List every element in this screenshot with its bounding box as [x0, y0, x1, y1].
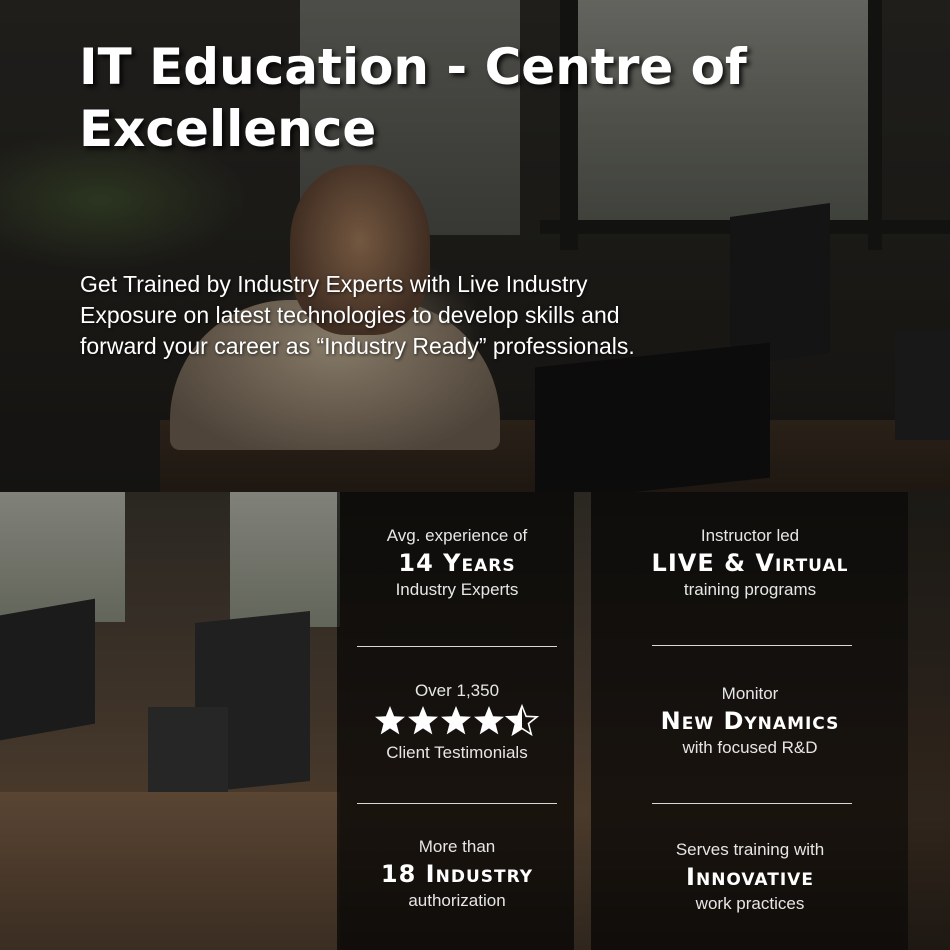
divider	[357, 803, 557, 804]
stat-caption: authorization	[408, 891, 506, 910]
stat-caption: Client Testimonials	[386, 743, 528, 762]
stat-caption: More than	[418, 837, 496, 856]
divider	[652, 803, 852, 804]
star-icon	[441, 706, 471, 735]
star-icon	[474, 706, 504, 735]
stat-caption: Avg. experience of	[386, 526, 528, 545]
stat-research: Monitor New Dynamics with focused R&D	[600, 683, 900, 759]
divider	[652, 645, 852, 646]
star-rating	[375, 705, 538, 736]
stat-caption: work practices	[695, 894, 805, 913]
stat-practices: Serves training with Innovative work pra…	[600, 839, 900, 915]
column-edge-shade	[908, 492, 950, 950]
background-window	[0, 492, 125, 622]
stat-caption: with focused R&D	[682, 738, 818, 757]
stat-authorization: More than 18 Industry authorization	[337, 836, 577, 912]
page: IT Education - Centre of Excellence Get …	[0, 0, 950, 950]
stat-caption: Serves training with	[675, 840, 825, 859]
stat-caption: Monitor	[721, 684, 779, 703]
stat-caption: Instructor led	[700, 526, 800, 545]
star-icon	[375, 706, 405, 735]
stat-caption: Industry Experts	[395, 580, 519, 599]
stat-highlight: Innovative	[686, 863, 814, 891]
half-star-icon	[506, 705, 538, 736]
stat-highlight: LIVE & Virtual	[651, 549, 849, 577]
stat-training-mode: Instructor led LIVE & Virtual training p…	[600, 525, 900, 601]
hero-banner: IT Education - Centre of Excellence Get …	[0, 0, 950, 492]
background-monitor	[0, 598, 95, 741]
star-icon	[408, 706, 438, 735]
stat-highlight: New Dynamics	[660, 707, 840, 735]
stat-highlight: 14 Years	[398, 549, 516, 577]
divider	[357, 646, 557, 647]
stat-experience: Avg. experience of 14 Years Industry Exp…	[337, 525, 577, 601]
stat-highlight: 18 Industry	[380, 860, 534, 888]
stat-testimonials: Over 1,350 Client Testimonials	[337, 680, 577, 764]
hero-title: IT Education - Centre of Excellence	[79, 38, 747, 158]
stat-caption: Over 1,350	[414, 681, 500, 700]
background-desk	[0, 792, 340, 950]
background-window	[230, 492, 340, 627]
stat-caption: training programs	[683, 580, 817, 599]
hero-subtitle: Get Trained by Industry Experts with Liv…	[80, 271, 635, 359]
